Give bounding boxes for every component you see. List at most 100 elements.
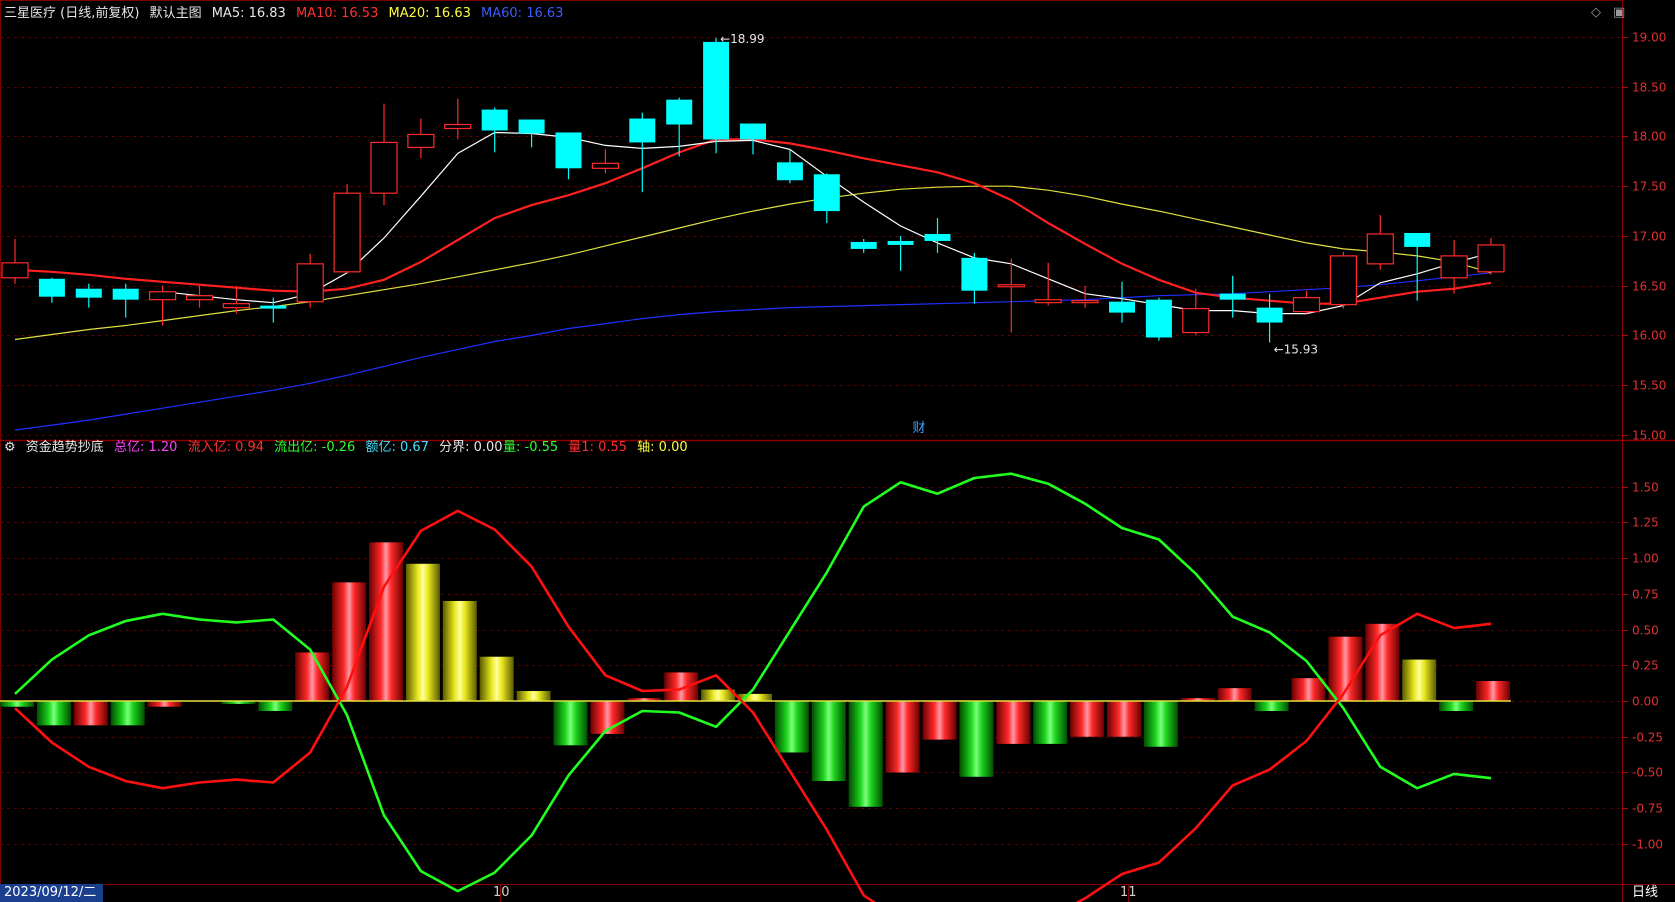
indicator-bar (405, 563, 440, 702)
template-name[interactable]: 默认主图 (150, 6, 202, 21)
ma10-legend: MA10: 16.53 (295, 6, 379, 21)
indicator-bar (258, 701, 293, 712)
candle (1366, 215, 1394, 270)
main-chart-header: 三星医疗 (日线,前复权) 默认主图 MA5: 16.83 MA10: 16.5… (4, 4, 569, 24)
candle-body (1329, 255, 1358, 306)
indicator-bar (0, 701, 34, 707)
boundary-value: 分界: 0.00 (439, 440, 503, 455)
month-marker-oct: 10 (493, 885, 510, 900)
price-tick-label: 17.50 (1632, 180, 1666, 194)
price-tick-label: 16.50 (1632, 280, 1666, 294)
indicator-bar (110, 701, 145, 726)
candle-body (518, 119, 545, 134)
candle (407, 118, 435, 159)
indicator-bar (1033, 701, 1068, 744)
candle-body (1109, 301, 1135, 313)
price-tick-label: 16.00 (1632, 329, 1666, 343)
chart-window: 15.00 15.50 16.00 16.50 17.00 17.50 18.00 18.50… (0, 0, 1675, 902)
candle (629, 112, 656, 193)
price-tick-label: 19.00 (1632, 31, 1666, 45)
indicator-bar (442, 600, 477, 702)
price-tick-label: 18.50 (1632, 81, 1666, 95)
indicator-bar (664, 672, 699, 702)
candle (1292, 290, 1321, 314)
indicator-bar (774, 701, 809, 753)
candle-body (333, 192, 361, 273)
indicator-tick-label: 0.00 (1632, 695, 1659, 709)
financial-report-marker: 财 (913, 421, 926, 436)
price-tick-label: 15.00 (1632, 429, 1666, 443)
candle (296, 253, 324, 308)
candle (887, 235, 914, 271)
candle-body (924, 233, 951, 241)
candle (961, 252, 988, 304)
outflow-value: 流出亿: -0.26 (274, 440, 356, 455)
candle-body (850, 241, 877, 249)
diamond-icon[interactable]: ◇ (1591, 5, 1601, 20)
ma5-legend: MA5: 16.83 (211, 6, 286, 21)
high-price-label: ←18.99 (720, 32, 764, 46)
indicator-bar (1254, 701, 1289, 712)
indicator-settings-icon[interactable]: ⚙ (4, 440, 16, 455)
candle-body (1477, 244, 1505, 273)
candle (518, 119, 545, 148)
amount-value: 额亿: 0.67 (365, 440, 429, 455)
indicator-bar (1476, 681, 1510, 702)
candle-body (1292, 297, 1321, 313)
candle (1145, 297, 1172, 341)
indicator-bar (1402, 659, 1437, 702)
candle-body (629, 118, 656, 143)
indicator-bar (996, 701, 1031, 744)
price-tick-label: 18.00 (1632, 130, 1666, 144)
candle-body (185, 295, 214, 301)
candle-body (997, 284, 1025, 288)
indicator-header: ⚙ 资金趋势抄底 总亿: 1.20 流入亿: 0.94 流出亿: -0.26 额… (4, 438, 509, 458)
low-price-label: ←15.93 (1274, 342, 1318, 356)
liang1-value: 量1: 0.55 (568, 440, 628, 455)
candle-body (1145, 299, 1172, 338)
period-label[interactable]: 日线 (1632, 884, 1658, 902)
candle (481, 107, 508, 153)
candle-body (260, 305, 287, 309)
candle-body (1404, 232, 1431, 247)
candle (1, 238, 29, 284)
indicator-bar (811, 701, 846, 782)
indicator-bar (553, 701, 588, 746)
candle-body (370, 141, 398, 194)
candle-body (1366, 233, 1394, 265)
axis-value: 轴: 0.00 (637, 440, 688, 455)
indicator-tick-label: 0.25 (1632, 659, 1659, 673)
indicator-bar (479, 656, 514, 702)
indicator-bar (73, 701, 108, 726)
candle (1477, 237, 1505, 275)
stock-title[interactable]: 三星医疗 (日线,前复权) (4, 6, 139, 21)
indicator-name[interactable]: 资金趋势抄底 (26, 440, 104, 455)
candle (370, 103, 398, 206)
indicator-tick-label: -1.00 (1632, 838, 1663, 852)
indicator-bar (922, 701, 957, 740)
candle (1329, 251, 1358, 309)
settings-icon[interactable]: ▣ (1613, 5, 1625, 20)
candle-body (296, 263, 324, 303)
ma10-line (14, 138, 1492, 305)
total-value: 总亿: 1.20 (113, 440, 178, 455)
indicator-bar (147, 701, 182, 707)
candle (666, 97, 693, 157)
month-marker-nov: 11 (1120, 885, 1137, 900)
cursor-date: 2023/09/12/二 (0, 884, 103, 902)
indicator-bar (1143, 701, 1178, 747)
price-tick-label: 15.50 (1632, 379, 1666, 393)
candle (555, 132, 582, 180)
candle-body (1440, 255, 1468, 279)
candle (444, 98, 472, 140)
candle (1034, 262, 1062, 306)
candle-body (481, 109, 508, 131)
candle (112, 283, 139, 318)
candle-body (887, 240, 914, 245)
candle (1109, 281, 1135, 323)
candle-body (1182, 308, 1210, 334)
ma20-legend: MA20: 16.63 (388, 6, 471, 21)
candle (740, 123, 766, 155)
indicator-tick-label: 1.25 (1632, 516, 1659, 530)
indicator-bar (959, 701, 994, 777)
